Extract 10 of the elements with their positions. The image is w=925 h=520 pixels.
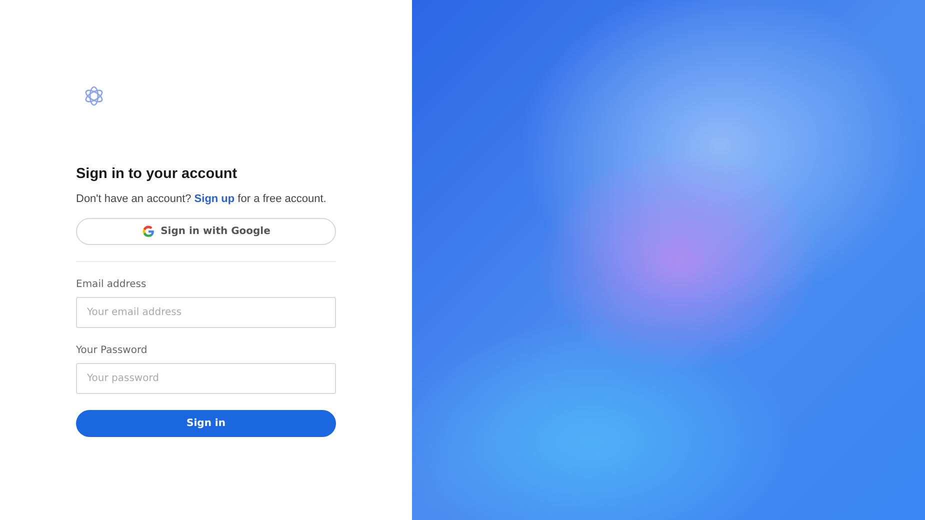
input-field[interactable]: Your email address [76,297,336,328]
input-field[interactable]: Your password [76,363,336,394]
signup-prompt: Don't have an account? Sign up for a free account. [76,193,326,205]
google-icon [142,225,155,238]
signin-button[interactable]: Sign in [76,410,336,437]
page-heading: Sign in to your account [76,166,238,182]
field-label: Email address [76,279,146,290]
signup-link[interactable]: Sign up [194,193,235,205]
field-label: Your Password [76,345,148,356]
google-signin-button[interactable]: Sign in with Google [76,218,336,245]
